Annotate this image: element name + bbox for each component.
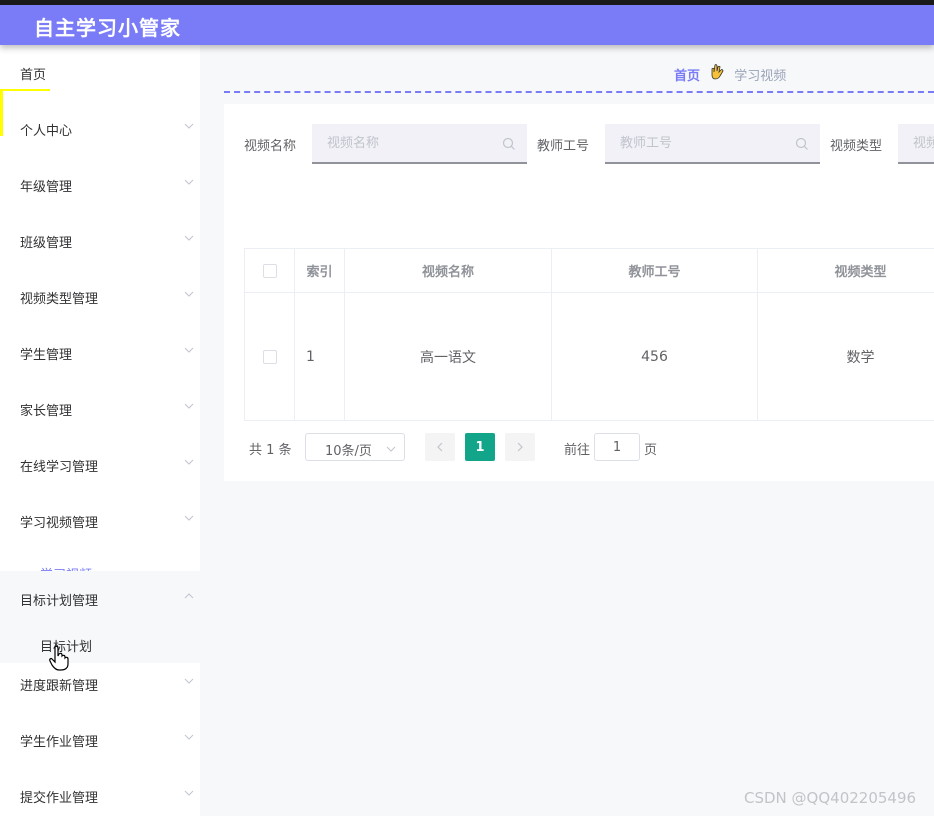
cell-text: 1 bbox=[306, 349, 315, 365]
sidebar-item-label: 年级管理 bbox=[20, 180, 73, 195]
table-header-video-type: 视频类型 bbox=[758, 249, 934, 292]
hand-cursor-icon bbox=[49, 645, 69, 671]
table-header-video-name: 视频名称 bbox=[345, 249, 552, 292]
watermark: CSDN @QQ402205496 bbox=[744, 789, 917, 807]
video-table: 索引 视频名称 教师工号 视频类型 1 高一语文 456 数学 bbox=[244, 248, 934, 421]
breadcrumb-current: 学习视频 bbox=[734, 69, 787, 84]
page-suffix: 页 bbox=[644, 443, 658, 458]
goto-page-input[interactable] bbox=[594, 433, 640, 461]
chevron-down-icon bbox=[184, 121, 194, 131]
sidebar-item-label: 在线学习管理 bbox=[20, 460, 99, 475]
sidebar-item-label: 进度跟新管理 bbox=[20, 679, 99, 694]
chevron-left-icon bbox=[437, 442, 443, 452]
sidebar-item-label: 视频类型管理 bbox=[20, 292, 99, 307]
teacher-id-input[interactable] bbox=[605, 124, 820, 164]
cell-video-type: 数学 bbox=[758, 293, 934, 421]
breadcrumb: 首页 学习视频 bbox=[674, 64, 786, 84]
sidebar-item-student[interactable]: 学生管理 bbox=[0, 325, 200, 381]
header-label: 视频类型 bbox=[834, 265, 887, 280]
sidebar-subitem-study-video[interactable]: 学习视频 bbox=[40, 563, 92, 571]
pagination: 共 1 条 10条/页 1 前往 页 bbox=[244, 433, 934, 461]
table-header-select bbox=[245, 249, 295, 292]
page-size-value: 10条/页 bbox=[325, 444, 372, 459]
sidebar-item-video-type[interactable]: 视频类型管理 bbox=[0, 269, 200, 325]
next-page-button[interactable] bbox=[505, 433, 535, 461]
table-header-teacher-id: 教师工号 bbox=[552, 249, 758, 292]
breadcrumb-divider bbox=[224, 91, 934, 93]
table-header-index: 索引 bbox=[295, 249, 345, 292]
sidebar-item-label: 提交作业管理 bbox=[20, 791, 99, 806]
row-select bbox=[245, 293, 295, 421]
sidebar-item-parent[interactable]: 家长管理 bbox=[0, 381, 200, 437]
cell-teacher-id: 456 bbox=[552, 293, 758, 421]
chevron-down-icon bbox=[184, 401, 194, 411]
search-icon bbox=[502, 137, 515, 150]
page-number-current[interactable]: 1 bbox=[465, 433, 495, 461]
app-title: 自主学习小管家 bbox=[34, 16, 181, 40]
cell-text: 高一语文 bbox=[420, 350, 476, 366]
header-label: 索引 bbox=[306, 265, 333, 280]
chevron-down-icon bbox=[184, 177, 194, 187]
sidebar-item-online-study[interactable]: 在线学习管理 bbox=[0, 437, 200, 493]
sidebar-item-class[interactable]: 班级管理 bbox=[0, 213, 200, 269]
pagination-total: 共 1 条 bbox=[249, 443, 292, 458]
filter-label-video-type: 视频类型 bbox=[830, 139, 883, 154]
sidebar-menu: 首页 个人中心 年级管理 班级管理 视频类型管理 学生管理 家长管理 在线学习管… bbox=[0, 45, 200, 816]
chevron-down-icon bbox=[184, 788, 194, 798]
main-panel: 视频名称 教师工号 视频类型 索引 视频名称 教师工号 视频类型 1 高一语文 … bbox=[224, 104, 934, 481]
sidebar-item-label: 学生作业管理 bbox=[20, 735, 99, 750]
sidebar-item-goal-plan[interactable]: 目标计划管理 bbox=[0, 571, 200, 627]
sidebar-item-grade[interactable]: 年级管理 bbox=[0, 157, 200, 213]
video-name-input[interactable] bbox=[312, 124, 527, 164]
app-header: 自主学习小管家 bbox=[0, 5, 934, 45]
search-icon bbox=[795, 137, 808, 150]
table-row: 1 高一语文 456 数学 bbox=[245, 293, 934, 421]
hand-icon bbox=[710, 64, 724, 84]
filter-label-video-name: 视频名称 bbox=[244, 139, 297, 154]
sidebar-item-label: 学习视频管理 bbox=[20, 516, 99, 531]
chevron-down-icon bbox=[184, 457, 194, 467]
chevron-down-icon bbox=[184, 289, 194, 299]
sidebar-item-homework[interactable]: 学生作业管理 bbox=[0, 712, 200, 768]
cell-text: 数学 bbox=[846, 350, 875, 366]
sidebar-item-label: 首页 bbox=[20, 68, 47, 83]
table-header-row: 索引 视频名称 教师工号 视频类型 bbox=[245, 249, 934, 293]
chevron-down-icon bbox=[184, 233, 194, 243]
cell-video-name: 高一语文 bbox=[345, 293, 552, 421]
row-checkbox[interactable] bbox=[262, 350, 277, 364]
sidebar-item-personal-center[interactable]: 个人中心 bbox=[0, 101, 200, 157]
filter-label-teacher-id: 教师工号 bbox=[537, 139, 590, 154]
sidebar-item-progress[interactable]: 进度跟新管理 bbox=[0, 656, 200, 712]
chevron-up-icon bbox=[184, 591, 194, 601]
breadcrumb-home[interactable]: 首页 bbox=[674, 69, 700, 84]
chevron-down-icon bbox=[184, 676, 194, 686]
sidebar-item-label: 目标计划管理 bbox=[20, 594, 99, 609]
page-size-select[interactable]: 10条/页 bbox=[305, 433, 405, 461]
chevron-down-icon bbox=[184, 513, 194, 523]
chevron-down-icon bbox=[184, 732, 194, 742]
prev-page-button[interactable] bbox=[425, 433, 455, 461]
chevron-down-icon bbox=[386, 443, 396, 458]
chevron-down-icon bbox=[184, 345, 194, 355]
sidebar-item-home[interactable]: 首页 bbox=[0, 45, 200, 101]
header-label: 教师工号 bbox=[628, 265, 681, 280]
chevron-right-icon bbox=[517, 442, 523, 452]
header-label: 视频名称 bbox=[421, 265, 474, 280]
sidebar-item-label: 家长管理 bbox=[20, 404, 73, 419]
cell-index: 1 bbox=[295, 293, 345, 421]
sidebar-item-label: 班级管理 bbox=[20, 236, 73, 251]
select-all-checkbox[interactable] bbox=[262, 263, 277, 278]
sidebar-item-submit-homework[interactable]: 提交作业管理 bbox=[0, 768, 200, 816]
video-type-input[interactable] bbox=[898, 124, 934, 164]
cell-text: 456 bbox=[641, 349, 668, 365]
sidebar-item-label: 学生管理 bbox=[20, 348, 73, 363]
goto-label: 前往 bbox=[564, 443, 591, 458]
sidebar-item-label: 个人中心 bbox=[20, 124, 73, 139]
sidebar-item-study-video[interactable]: 学习视频管理 bbox=[0, 493, 200, 549]
active-indicator-underline bbox=[0, 89, 50, 91]
